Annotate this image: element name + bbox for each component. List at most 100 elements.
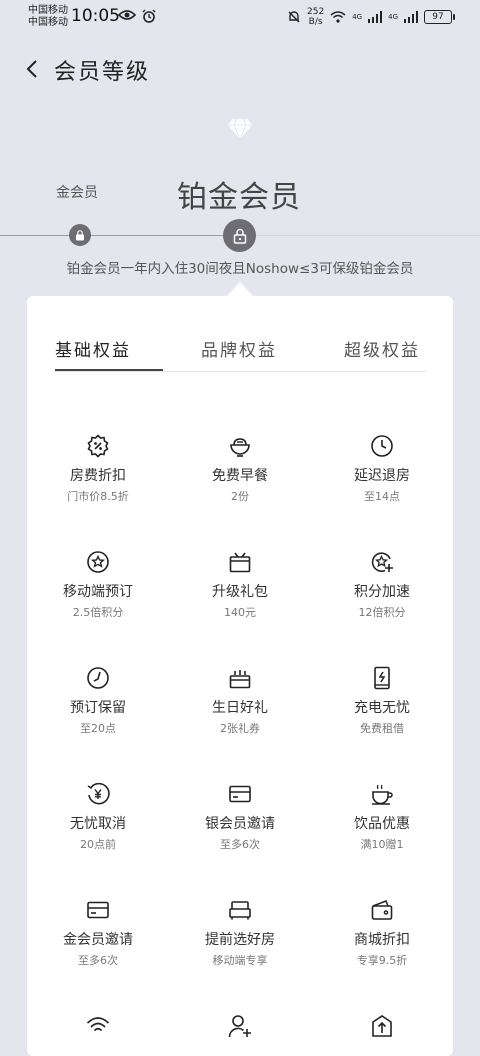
benefit-item[interactable]: 金会员邀请 至多6次 <box>27 898 169 968</box>
benefit-subtitle: 2份 <box>231 490 249 503</box>
previous-level-label: 金会员 <box>56 185 98 201</box>
benefit-title: 移动端预订 <box>63 584 133 600</box>
upgrade-icon <box>372 1015 392 1037</box>
diamond-icon <box>228 118 252 140</box>
benefit-subtitle: 至多6次 <box>220 838 260 851</box>
benefit-title: 无忧取消 <box>70 816 126 832</box>
points-boost-icon <box>371 552 393 572</box>
benefit-title: 延迟退房 <box>354 468 410 484</box>
carrier-2: 中国移动 <box>28 17 68 28</box>
discount-icon <box>87 434 109 458</box>
card-pointer <box>227 282 253 296</box>
benefit-subtitle: 12倍积分 <box>358 606 406 619</box>
wifi-signal-icon <box>330 11 346 23</box>
benefit-subtitle: 门市价8.5折 <box>67 490 129 503</box>
bed-icon <box>229 901 251 920</box>
benefit-item[interactable] <box>27 1014 169 1038</box>
benefit-subtitle: 免费租借 <box>360 722 404 735</box>
birthday-cake-icon <box>229 670 251 689</box>
level-description: 铂金会员一年内入住30间夜且Noshow≤3可保级铂金会员 <box>66 261 414 277</box>
carrier-info: 中国移动 中国移动 <box>28 5 68 29</box>
benefit-subtitle: 专享9.5折 <box>356 954 408 967</box>
breakfast-bowl-icon <box>230 438 250 457</box>
benefit-subtitle: 2张礼券 <box>220 722 260 735</box>
gold-card-icon <box>87 901 109 919</box>
benefit-subtitle: 至14点 <box>364 490 400 503</box>
mute-bell-icon <box>288 11 300 23</box>
page-title: 会员等级 <box>54 60 151 85</box>
signal-bars-icon <box>368 11 383 23</box>
level-node-platinum <box>223 219 256 252</box>
benefit-title: 免费早餐 <box>212 468 268 484</box>
benefit-title: 积分加速 <box>354 584 410 600</box>
back-arrow-icon[interactable] <box>22 58 44 80</box>
benefit-item[interactable]: 提前选好房 移动端专享 <box>169 898 311 968</box>
benefit-item[interactable] <box>169 1014 311 1038</box>
benefit-subtitle: 2.5倍积分 <box>72 606 124 619</box>
progress-line-remaining <box>240 235 480 236</box>
benefit-item[interactable]: 银会员邀请 至多6次 <box>169 782 311 852</box>
lock-icon <box>76 229 84 240</box>
benefit-tabs: 基础权益 品牌权益 超级权益 <box>27 296 453 374</box>
status-right-icons: 252 B/s 4G 4G 97 <box>287 7 455 27</box>
benefit-title: 提前选好房 <box>205 932 275 948</box>
benefit-item[interactable]: 商城折扣 专享9.5折 <box>311 898 453 968</box>
benefit-subtitle: 140元 <box>224 606 256 619</box>
benefit-title: 饮品优惠 <box>354 816 410 832</box>
eye-icon <box>118 10 136 20</box>
tab-super-benefits[interactable]: 超级权益 <box>344 336 420 361</box>
tab-divider <box>55 371 427 372</box>
benefit-subtitle: 20点前 <box>80 838 116 851</box>
power-bank-icon <box>374 666 390 690</box>
benefit-title: 房费折扣 <box>70 468 126 484</box>
carrier-1: 中国移动 <box>28 5 68 16</box>
clock-icon <box>371 435 393 457</box>
benefit-item[interactable]: 房费折扣 门市价8.5折 <box>27 434 169 504</box>
status-time: 10:05 <box>71 6 120 26</box>
benefit-item[interactable]: 饮品优惠 满10赠1 <box>311 782 453 852</box>
benefit-item[interactable]: 延迟退房 至14点 <box>311 434 453 504</box>
benefit-subtitle: 至多6次 <box>78 954 118 967</box>
silver-card-icon <box>229 785 251 803</box>
benefit-item[interactable]: 充电无忧 免费租借 <box>311 666 453 736</box>
benefit-item[interactable] <box>311 1014 453 1038</box>
benefit-title: 银会员邀请 <box>205 816 275 832</box>
progress-line <box>0 235 240 236</box>
network-speed: 252 B/s <box>307 7 324 27</box>
benefits-card: 基础权益 品牌权益 超级权益 房费折扣 门市价8.5折 免费早餐 2份 延迟退房… <box>27 296 453 1056</box>
network-type-1: 4G <box>352 13 363 21</box>
status-left-icons <box>118 9 156 23</box>
benefit-item[interactable]: 升级礼包 140元 <box>169 550 311 620</box>
benefit-item[interactable]: 积分加速 12倍积分 <box>311 550 453 620</box>
benefit-subtitle: 满10赠1 <box>360 838 404 851</box>
signal-bars-icon <box>404 11 418 23</box>
status-bar: 中国移动 中国移动 10:05 252 B/s 4G 4G 97 <box>0 0 480 36</box>
tab-basic-benefits[interactable]: 基础权益 <box>55 336 131 361</box>
mobile-star-icon <box>87 551 109 573</box>
coffee-cup-icon <box>372 784 393 805</box>
benefit-item[interactable]: 移动端预订 2.5倍积分 <box>27 550 169 620</box>
benefit-title: 升级礼包 <box>212 584 268 600</box>
benefit-item[interactable]: 预订保留 至20点 <box>27 666 169 736</box>
benefit-title: 商城折扣 <box>354 932 410 948</box>
level-node-gold <box>69 224 91 246</box>
speed-unit: B/s <box>308 17 323 27</box>
network-type-2: 4G <box>388 13 398 21</box>
benefit-item[interactable]: 无忧取消 20点前 <box>27 782 169 852</box>
gift-box-icon <box>229 552 251 573</box>
wallet-icon <box>371 900 393 920</box>
reserve-clock-icon <box>87 667 109 689</box>
page-header: 会员等级 <box>0 48 480 92</box>
current-level-label: 铂金会员 <box>177 180 301 215</box>
refund-icon <box>87 782 110 805</box>
benefit-title: 金会员邀请 <box>63 932 133 948</box>
benefit-item[interactable]: 免费早餐 2份 <box>169 434 311 504</box>
benefit-title: 充电无忧 <box>354 700 410 716</box>
benefit-subtitle: 移动端专享 <box>212 954 268 967</box>
benefit-title: 生日好礼 <box>212 700 268 716</box>
benefit-subtitle: 至20点 <box>80 722 116 735</box>
lock-icon <box>233 228 246 244</box>
benefit-item[interactable]: 生日好礼 2张礼券 <box>169 666 311 736</box>
wifi-icon <box>86 1017 110 1032</box>
tab-brand-benefits[interactable]: 品牌权益 <box>201 336 277 361</box>
